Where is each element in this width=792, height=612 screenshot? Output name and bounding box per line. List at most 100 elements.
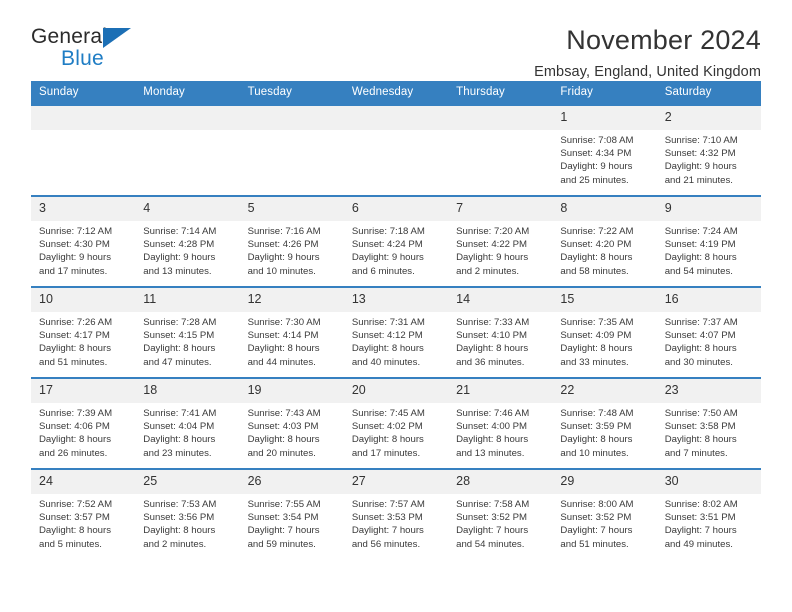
- calendar-day-cell[interactable]: 3 Sunrise: 7:12 AM Sunset: 4:30 PM Daylight…: [31, 195, 136, 287]
- sunrise-line: Sunrise: 7:45 AM: [351, 407, 425, 419]
- day-cell-inner: [448, 106, 553, 195]
- calendar-day-cell[interactable]: 26 Sunrise: 7:55 AM Sunset: 3:54 PM Dayligh…: [239, 468, 344, 559]
- daylight-minutes-line: and 23 minutes.: [143, 447, 212, 459]
- daylight-line: Daylight: 8 hours: [664, 434, 737, 446]
- calendar-day-cell[interactable]: 27 Sunrise: 7:57 AM Sunset: 3:53 PM Dayligh…: [343, 468, 449, 559]
- day-cell-inner: 8 Sunrise: 7:22 AM Sunset: 4:20 PM Daylight…: [552, 197, 657, 286]
- sunset-line: Sunset: 3:59 PM: [560, 420, 632, 432]
- sun-times-details: Sunrise: 7:41 AM Sunset: 4:04 PM Daylight:…: [135, 403, 239, 461]
- calendar-cell-empty: [343, 104, 449, 196]
- calendar-day-cell[interactable]: 21 Sunrise: 7:46 AM Sunset: 4:00 PM Dayligh…: [448, 377, 553, 469]
- calendar-day-cell[interactable]: 28 Sunrise: 7:58 AM Sunset: 3:52 PM Dayligh…: [448, 468, 553, 559]
- calendar-day-cell[interactable]: 5 Sunrise: 7:16 AM Sunset: 4:26 PM Daylight…: [239, 195, 344, 287]
- sun-times-details: Sunrise: 7:37 AM Sunset: 4:07 PM Daylight:…: [657, 312, 761, 370]
- day-cell-inner: 24 Sunrise: 7:52 AM Sunset: 3:57 PM Dayligh…: [31, 470, 136, 559]
- sun-times-details: Sunrise: 7:31 AM Sunset: 4:12 PM Daylight:…: [344, 312, 448, 370]
- calendar-day-cell[interactable]: 8 Sunrise: 7:22 AM Sunset: 4:20 PM Daylight…: [552, 195, 657, 287]
- sunset-line: Sunset: 3:51 PM: [664, 511, 736, 523]
- day-number: 10: [31, 288, 136, 312]
- day-number: 14: [448, 288, 553, 312]
- sun-times-details: Sunrise: 7:08 AM Sunset: 4:34 PM Daylight:…: [552, 130, 656, 188]
- sunrise-line: Sunrise: 7:35 AM: [560, 316, 634, 328]
- calendar-week-row: 24 Sunrise: 7:52 AM Sunset: 3:57 PM Dayligh…: [31, 468, 761, 559]
- calendar-day-cell[interactable]: 9 Sunrise: 7:24 AM Sunset: 4:19 PM Daylight…: [656, 195, 761, 287]
- daylight-line: Daylight: 7 hours: [560, 525, 633, 537]
- day-number: 25: [135, 470, 240, 494]
- day-cell-inner: 20 Sunrise: 7:45 AM Sunset: 4:02 PM Dayligh…: [343, 379, 449, 468]
- calendar-day-cell[interactable]: 19 Sunrise: 7:43 AM Sunset: 4:03 PM Dayligh…: [239, 377, 344, 469]
- day-number: 30: [656, 470, 761, 494]
- day-number: 17: [31, 379, 136, 403]
- daylight-minutes-line: and 51 minutes.: [560, 538, 629, 550]
- day-cell-inner: 17 Sunrise: 7:39 AM Sunset: 4:06 PM Dayligh…: [31, 379, 136, 468]
- daylight-minutes-line: and 44 minutes.: [247, 356, 316, 368]
- sun-times-details: Sunrise: 7:45 AM Sunset: 4:02 PM Daylight:…: [344, 403, 448, 461]
- daylight-minutes-line: and 20 minutes.: [247, 447, 316, 459]
- day-cell-inner: 26 Sunrise: 7:55 AM Sunset: 3:54 PM Dayligh…: [239, 470, 344, 559]
- day-cell-inner: 9 Sunrise: 7:24 AM Sunset: 4:19 PM Daylight…: [656, 197, 761, 286]
- sun-times-details: Sunrise: 7:50 AM Sunset: 3:58 PM Daylight:…: [657, 403, 761, 461]
- calendar-day-cell[interactable]: 23 Sunrise: 7:50 AM Sunset: 3:58 PM Dayligh…: [656, 377, 761, 469]
- daylight-line: Daylight: 9 hours: [143, 252, 216, 264]
- day-number: 12: [239, 288, 344, 312]
- calendar-page: General Blue November 2024 Embsay, Engla…: [0, 0, 792, 612]
- day-number: [343, 106, 449, 130]
- daylight-minutes-line: and 13 minutes.: [143, 265, 212, 277]
- sunrise-line: Sunrise: 7:10 AM: [664, 134, 738, 146]
- calendar-day-cell[interactable]: 10 Sunrise: 7:26 AM Sunset: 4:17 PM Dayligh…: [31, 286, 136, 378]
- brand-logo[interactable]: General Blue: [31, 26, 143, 74]
- calendar-day-cell[interactable]: 17 Sunrise: 7:39 AM Sunset: 4:06 PM Dayligh…: [31, 377, 136, 469]
- daylight-line: Daylight: 8 hours: [560, 434, 633, 446]
- sunset-line: Sunset: 4:30 PM: [39, 238, 110, 250]
- daylight-line: Daylight: 8 hours: [456, 434, 529, 446]
- day-cell-inner: 25 Sunrise: 7:53 AM Sunset: 3:56 PM Dayligh…: [135, 470, 240, 559]
- day-cell-inner: 12 Sunrise: 7:30 AM Sunset: 4:14 PM Dayligh…: [239, 288, 344, 377]
- daylight-minutes-line: and 10 minutes.: [247, 265, 316, 277]
- calendar-day-cell[interactable]: 16 Sunrise: 7:37 AM Sunset: 4:07 PM Dayligh…: [656, 286, 761, 378]
- calendar-day-cell[interactable]: 6 Sunrise: 7:18 AM Sunset: 4:24 PM Daylight…: [343, 195, 449, 287]
- sun-times-details: Sunrise: 7:33 AM Sunset: 4:10 PM Daylight:…: [448, 312, 552, 370]
- sunrise-line: Sunrise: 7:46 AM: [456, 407, 530, 419]
- calendar-day-cell[interactable]: 15 Sunrise: 7:35 AM Sunset: 4:09 PM Dayligh…: [552, 286, 657, 378]
- sun-times-details: Sunrise: 7:12 AM Sunset: 4:30 PM Daylight:…: [31, 221, 135, 279]
- page-header: General Blue November 2024 Embsay, Engla…: [31, 0, 761, 81]
- sun-times-details: Sunrise: 7:18 AM Sunset: 4:24 PM Daylight:…: [344, 221, 448, 279]
- calendar-day-cell[interactable]: 13 Sunrise: 7:31 AM Sunset: 4:12 PM Dayligh…: [343, 286, 449, 378]
- day-cell-inner: 29 Sunrise: 8:00 AM Sunset: 3:52 PM Dayligh…: [552, 470, 657, 559]
- sun-times-details: Sunrise: 8:00 AM Sunset: 3:52 PM Daylight:…: [552, 494, 656, 552]
- calendar-day-cell[interactable]: 18 Sunrise: 7:41 AM Sunset: 4:04 PM Dayligh…: [135, 377, 240, 469]
- calendar-week-row: 1 Sunrise: 7:08 AM Sunset: 4:34 PM Daylight…: [31, 104, 761, 196]
- calendar-day-cell[interactable]: 1 Sunrise: 7:08 AM Sunset: 4:34 PM Daylight…: [552, 104, 657, 196]
- calendar-day-cell[interactable]: 29 Sunrise: 8:00 AM Sunset: 3:52 PM Dayligh…: [552, 468, 657, 559]
- calendar-day-cell[interactable]: 11 Sunrise: 7:28 AM Sunset: 4:15 PM Dayligh…: [135, 286, 240, 378]
- daylight-minutes-line: and 58 minutes.: [560, 265, 629, 277]
- calendar-day-cell[interactable]: 14 Sunrise: 7:33 AM Sunset: 4:10 PM Dayligh…: [448, 286, 553, 378]
- calendar-day-cell[interactable]: 25 Sunrise: 7:53 AM Sunset: 3:56 PM Dayligh…: [135, 468, 240, 559]
- sunrise-line: Sunrise: 7:39 AM: [39, 407, 113, 419]
- month-calendar: Sunday Monday Tuesday Wednesday Thursday Frid…: [31, 81, 761, 559]
- weekday-headers: Sunday Monday Tuesday Wednesday Thursday Frid…: [31, 81, 761, 105]
- sun-times-details: Sunrise: 8:02 AM Sunset: 3:51 PM Daylight:…: [657, 494, 761, 552]
- sunrise-line: Sunrise: 7:53 AM: [143, 498, 217, 510]
- calendar-day-cell[interactable]: 30 Sunrise: 8:02 AM Sunset: 3:51 PM Dayligh…: [656, 468, 761, 559]
- daylight-line: Daylight: 8 hours: [247, 343, 320, 355]
- daylight-line: Daylight: 8 hours: [351, 343, 424, 355]
- daylight-minutes-line: and 6 minutes.: [351, 265, 415, 277]
- calendar-day-cell[interactable]: 24 Sunrise: 7:52 AM Sunset: 3:57 PM Dayligh…: [31, 468, 136, 559]
- day-number: 23: [656, 379, 761, 403]
- day-number: [135, 106, 240, 130]
- calendar-day-cell[interactable]: 20 Sunrise: 7:45 AM Sunset: 4:02 PM Dayligh…: [343, 377, 449, 469]
- calendar-day-cell[interactable]: 7 Sunrise: 7:20 AM Sunset: 4:22 PM Daylight…: [448, 195, 553, 287]
- day-number: 5: [239, 197, 344, 221]
- daylight-line: Daylight: 8 hours: [39, 434, 111, 446]
- calendar-week-row: 3 Sunrise: 7:12 AM Sunset: 4:30 PM Daylight…: [31, 195, 761, 287]
- brand-name-secondary: Blue: [61, 47, 104, 70]
- daylight-minutes-line: and 54 minutes.: [456, 538, 525, 550]
- calendar-day-cell[interactable]: 2 Sunrise: 7:10 AM Sunset: 4:32 PM Daylight…: [656, 104, 761, 196]
- calendar-day-cell[interactable]: 4 Sunrise: 7:14 AM Sunset: 4:28 PM Daylight…: [135, 195, 240, 287]
- calendar-day-cell[interactable]: 22 Sunrise: 7:48 AM Sunset: 3:59 PM Dayligh…: [552, 377, 657, 469]
- daylight-minutes-line: and 10 minutes.: [560, 447, 629, 459]
- sunrise-line: Sunrise: 7:24 AM: [664, 225, 738, 237]
- sunset-line: Sunset: 4:12 PM: [351, 329, 423, 341]
- calendar-day-cell[interactable]: 12 Sunrise: 7:30 AM Sunset: 4:14 PM Dayligh…: [239, 286, 344, 378]
